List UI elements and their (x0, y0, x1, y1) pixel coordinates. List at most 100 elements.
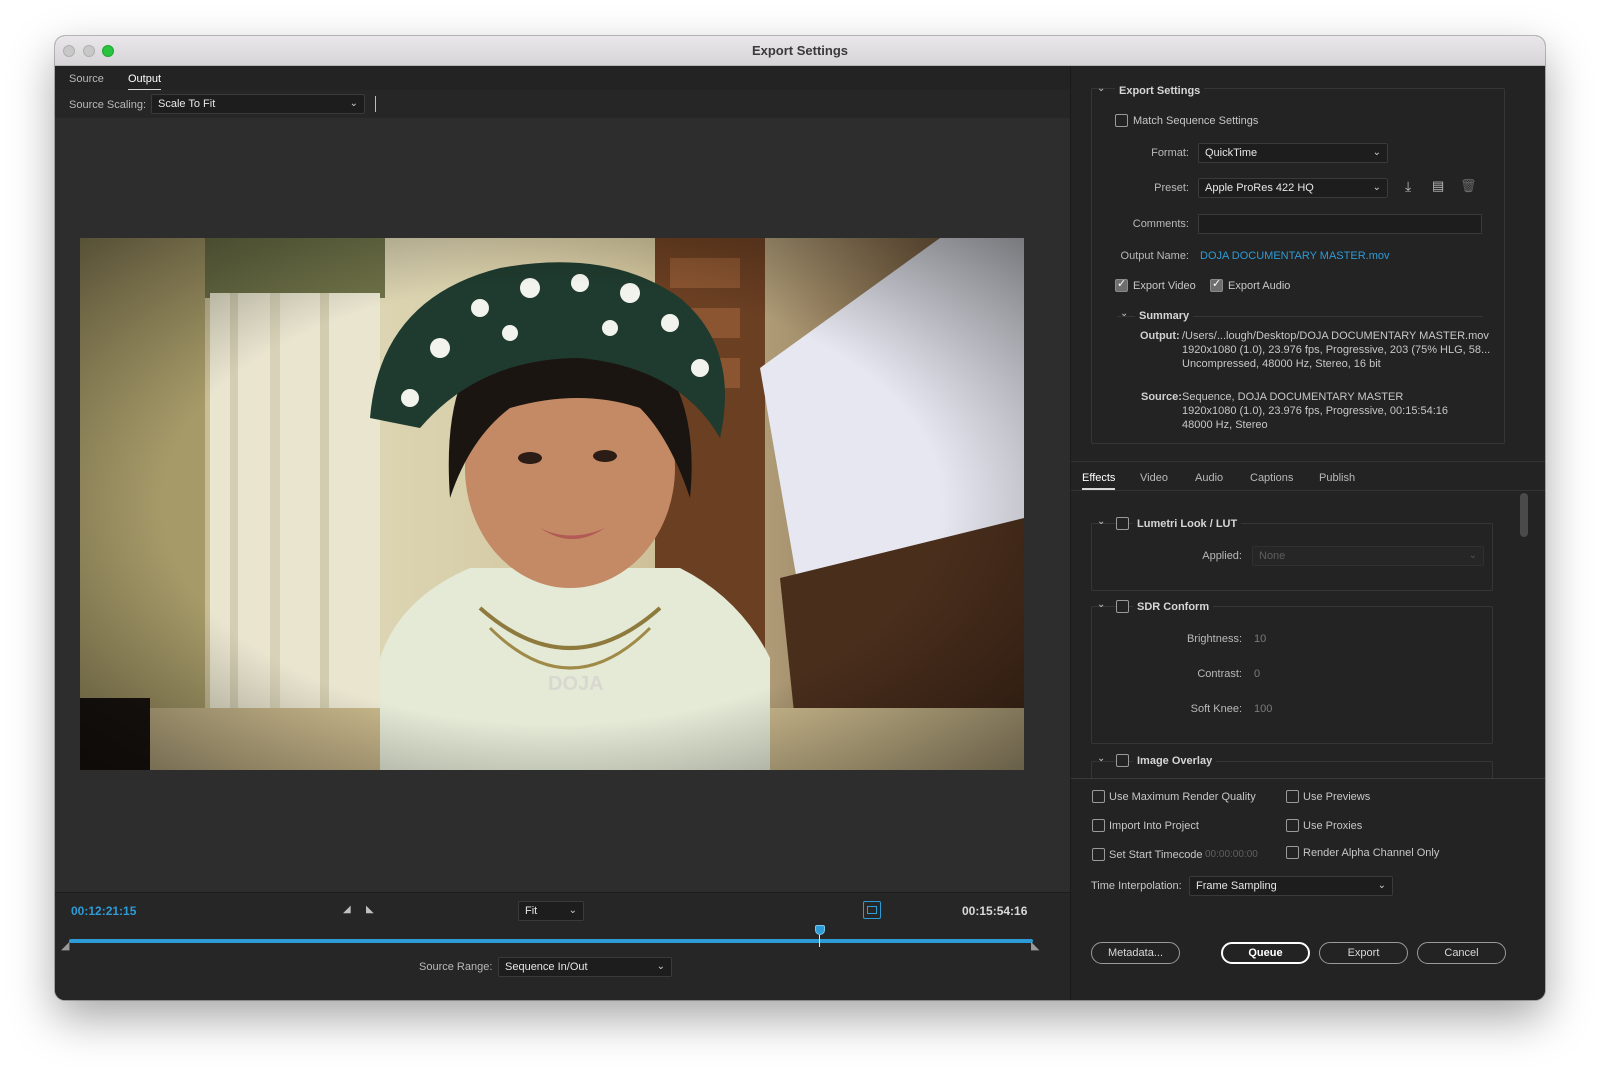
sdr-conform-section (1091, 606, 1493, 744)
set-in-point-icon[interactable]: ◢ (343, 904, 351, 915)
timeline-track[interactable] (69, 939, 1033, 943)
time-interpolation-value: Frame Sampling (1196, 880, 1277, 892)
video-preview: DOJA (80, 238, 1024, 770)
collapse-chevron-icon[interactable]: ⌄ (1097, 83, 1105, 94)
preset-dropdown[interactable]: Apple ProRes 422 HQ ⌄ (1198, 178, 1388, 198)
source-scaling-value: Scale To Fit (158, 98, 216, 110)
collapse-chevron-icon[interactable]: ⌄ (1097, 753, 1105, 764)
export-button[interactable]: Export (1319, 942, 1408, 964)
export-settings-heading: Export Settings (1115, 85, 1205, 97)
divider (1071, 778, 1545, 779)
brightness-value[interactable]: 10 (1254, 633, 1266, 645)
chevron-down-icon: ⌄ (656, 961, 665, 972)
tab-source[interactable]: Source (69, 73, 104, 85)
delete-preset-icon[interactable]: 🗑 (1460, 178, 1477, 194)
sdr-conform-heading: SDR Conform (1133, 601, 1214, 613)
chevron-down-icon: ⌄ (1372, 147, 1381, 158)
max-render-quality-checkbox[interactable] (1092, 790, 1105, 803)
summary-source-key: Source: (1141, 391, 1182, 403)
tab-effects[interactable]: Effects (1082, 472, 1116, 490)
sdr-conform-checkbox[interactable] (1116, 600, 1129, 613)
match-sequence-checkbox[interactable] (1115, 114, 1128, 127)
render-alpha-only-label: Render Alpha Channel Only (1303, 847, 1440, 859)
source-range-dropdown[interactable]: Sequence In/Out ⌄ (498, 957, 672, 977)
export-video-checkbox[interactable] (1115, 277, 1128, 292)
soft-knee-value[interactable]: 100 (1254, 703, 1272, 715)
start-timecode-value[interactable]: 00:00:00:00 (1205, 849, 1258, 860)
effects-scroll-area: ⌄ Lumetri Look / LUT Applied: None ⌄ ⌄ S… (1071, 491, 1545, 778)
set-start-timecode-label: Set Start Timecode (1109, 849, 1203, 861)
summary-output-line: Uncompressed, 48000 Hz, Stereo, 16 bit (1182, 358, 1381, 370)
tab-video[interactable]: Video (1140, 472, 1168, 484)
chevron-down-icon: ⌄ (1377, 880, 1386, 891)
divider (375, 96, 376, 112)
effects-scrollbar[interactable] (1520, 493, 1528, 537)
render-alpha-only-checkbox[interactable] (1286, 846, 1299, 859)
summary-output-key: Output: (1140, 330, 1180, 342)
settings-panel: ⌄ Export Settings Match Sequence Setting… (1070, 66, 1545, 1000)
contrast-label: Contrast: (1197, 668, 1242, 680)
playhead-marker[interactable] (814, 925, 825, 947)
metadata-button[interactable]: Metadata... (1091, 942, 1180, 964)
out-point-marker-icon[interactable]: ◣ (1031, 939, 1039, 952)
summary-source-line: 1920x1080 (1.0), 23.976 fps, Progressive… (1182, 405, 1449, 417)
transport-bar: 00:12:21:15 ◢ ◣ Fit ⌄ 00:15:54:16 ◢ ◣ So… (55, 892, 1070, 1000)
export-audio-checkbox[interactable] (1210, 277, 1223, 292)
lumetri-checkbox[interactable] (1116, 517, 1129, 530)
time-interpolation-dropdown[interactable]: Frame Sampling ⌄ (1189, 876, 1393, 896)
tab-audio[interactable]: Audio (1195, 472, 1223, 484)
import-preset-icon[interactable]: ▤ (1432, 178, 1444, 194)
collapse-chevron-icon[interactable]: ⌄ (1120, 308, 1128, 319)
summary-source-line: Sequence, DOJA DOCUMENTARY MASTER (1182, 391, 1404, 403)
end-timecode: 00:15:54:16 (962, 904, 1028, 918)
zoom-dropdown[interactable]: Fit ⌄ (518, 901, 584, 921)
save-preset-icon[interactable]: ⤓ (1405, 178, 1411, 195)
window-title: Export Settings (751, 43, 849, 58)
aspect-ratio-correction-icon[interactable] (863, 901, 881, 919)
brightness-label: Brightness: (1186, 633, 1242, 645)
cancel-button[interactable]: Cancel (1417, 942, 1506, 964)
time-interpolation-label: Time Interpolation: (1091, 880, 1182, 892)
source-scaling-dropdown[interactable]: Scale To Fit ⌄ (151, 94, 365, 114)
lumetri-applied-dropdown[interactable]: None ⌄ (1252, 546, 1484, 566)
summary-heading: Summary (1135, 310, 1194, 322)
image-overlay-checkbox[interactable] (1116, 754, 1129, 767)
comments-input[interactable] (1198, 214, 1482, 234)
lumetri-heading: Lumetri Look / LUT (1133, 518, 1242, 530)
soft-knee-label: Soft Knee: (1190, 703, 1242, 715)
current-timecode[interactable]: 00:12:21:15 (71, 904, 136, 918)
source-scaling-bar: Source Scaling: Scale To Fit ⌄ (55, 90, 1070, 118)
collapse-chevron-icon[interactable]: ⌄ (1097, 599, 1105, 610)
chevron-down-icon: ⌄ (568, 905, 577, 916)
use-proxies-label: Use Proxies (1303, 820, 1363, 832)
tab-output[interactable]: Output (128, 73, 162, 91)
import-into-project-checkbox[interactable] (1092, 819, 1105, 832)
format-label: Format: (1151, 147, 1189, 159)
summary-output-line: /Users/...lough/Desktop/DOJA DOCUMENTARY… (1182, 330, 1489, 342)
use-proxies-checkbox[interactable] (1286, 819, 1299, 832)
video-frame-image: DOJA (80, 238, 1024, 770)
format-dropdown[interactable]: QuickTime ⌄ (1198, 143, 1388, 163)
set-out-point-icon[interactable]: ◣ (366, 904, 374, 915)
use-previews-checkbox[interactable] (1286, 790, 1299, 803)
format-value: QuickTime (1205, 147, 1258, 159)
import-into-project-label: Import Into Project (1109, 820, 1199, 832)
tab-captions[interactable]: Captions (1250, 472, 1293, 484)
set-start-timecode-checkbox[interactable] (1092, 848, 1105, 861)
source-range-value: Sequence In/Out (505, 961, 588, 973)
collapse-chevron-icon[interactable]: ⌄ (1097, 516, 1105, 527)
source-scaling-label: Source Scaling: (69, 99, 147, 111)
zoom-value: Fit (525, 905, 538, 917)
tab-publish[interactable]: Publish (1319, 472, 1355, 484)
lumetri-applied-value: None (1259, 550, 1286, 562)
in-point-marker-icon[interactable]: ◢ (61, 939, 69, 952)
contrast-value[interactable]: 0 (1254, 668, 1260, 680)
match-sequence-label: Match Sequence Settings (1133, 115, 1259, 127)
summary-source-line: 48000 Hz, Stereo (1182, 419, 1268, 431)
source-range-label: Source Range: (419, 961, 493, 973)
summary-output-line: 1920x1080 (1.0), 23.976 fps, Progressive… (1182, 344, 1491, 356)
output-name-link[interactable]: DOJA DOCUMENTARY MASTER.mov (1200, 250, 1389, 262)
queue-button[interactable]: Queue (1221, 942, 1310, 964)
image-overlay-heading: Image Overlay (1133, 755, 1217, 767)
preview-tab-bar: Source Output (55, 66, 1070, 91)
